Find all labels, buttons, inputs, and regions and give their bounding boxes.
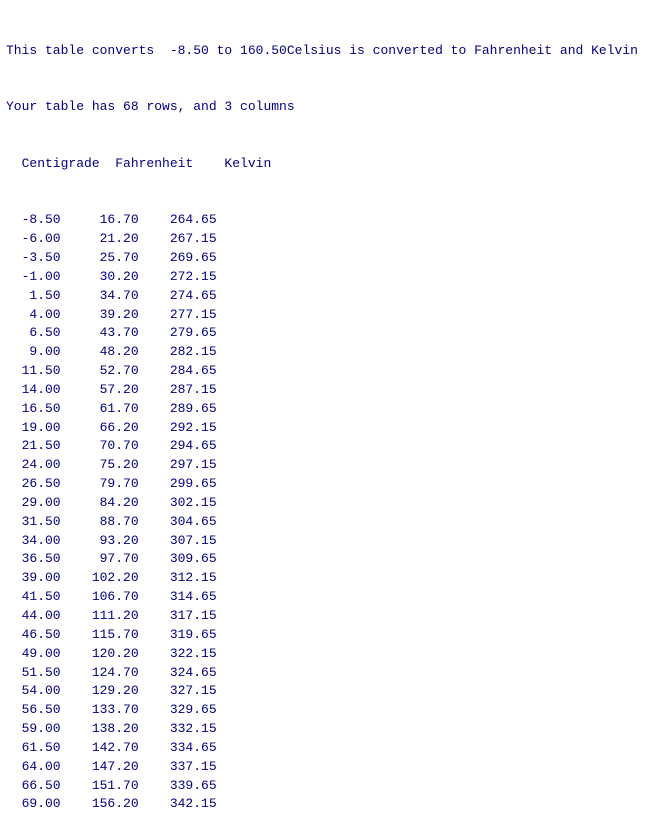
table-header: Centigrade Fahrenheit Kelvin [6, 155, 654, 174]
table-row: 66.50 151.70 339.65 [6, 777, 654, 796]
table-row: 61.50 142.70 334.65 [6, 739, 654, 758]
table-row: 46.50 115.70 319.65 [6, 626, 654, 645]
table-row: 24.00 75.20 297.15 [6, 456, 654, 475]
table-row: 31.50 88.70 304.65 [6, 513, 654, 532]
table-row: 21.50 70.70 294.65 [6, 437, 654, 456]
table-row: 16.50 61.70 289.65 [6, 400, 654, 419]
table-row: 56.50 133.70 329.65 [6, 701, 654, 720]
table-row: 34.00 93.20 307.15 [6, 532, 654, 551]
main-container: This table converts -8.50 to 160.50Celsi… [0, 0, 660, 837]
table-row: 64.00 147.20 337.15 [6, 758, 654, 777]
table-row: 19.00 66.20 292.15 [6, 419, 654, 438]
table-body: -8.50 16.70 264.65 -6.00 21.20 267.15 -3… [6, 211, 654, 814]
info-line-2: Your table has 68 rows, and 3 columns [6, 98, 654, 117]
table-row: -6.00 21.20 267.15 [6, 230, 654, 249]
table-row: 26.50 79.70 299.65 [6, 475, 654, 494]
table-row: 29.00 84.20 302.15 [6, 494, 654, 513]
table-row: -3.50 25.70 269.65 [6, 249, 654, 268]
table-row: -8.50 16.70 264.65 [6, 211, 654, 230]
table-row: 11.50 52.70 284.65 [6, 362, 654, 381]
table-row: 39.00 102.20 312.15 [6, 569, 654, 588]
table-row: 49.00 120.20 322.15 [6, 645, 654, 664]
table-row: 54.00 129.20 327.15 [6, 682, 654, 701]
table-row: -1.00 30.20 272.15 [6, 268, 654, 287]
table-row: 59.00 138.20 332.15 [6, 720, 654, 739]
table-row: 41.50 106.70 314.65 [6, 588, 654, 607]
table-row: 1.50 34.70 274.65 [6, 287, 654, 306]
table-row: 4.00 39.20 277.15 [6, 306, 654, 325]
info-line-1: This table converts -8.50 to 160.50Celsi… [6, 42, 654, 61]
table-row: 51.50 124.70 324.65 [6, 664, 654, 683]
table-row: 9.00 48.20 282.15 [6, 343, 654, 362]
table-row: 69.00 156.20 342.15 [6, 795, 654, 814]
table-row: 44.00 111.20 317.15 [6, 607, 654, 626]
table-row: 36.50 97.70 309.65 [6, 550, 654, 569]
table-row: 6.50 43.70 279.65 [6, 324, 654, 343]
table-row: 14.00 57.20 287.15 [6, 381, 654, 400]
